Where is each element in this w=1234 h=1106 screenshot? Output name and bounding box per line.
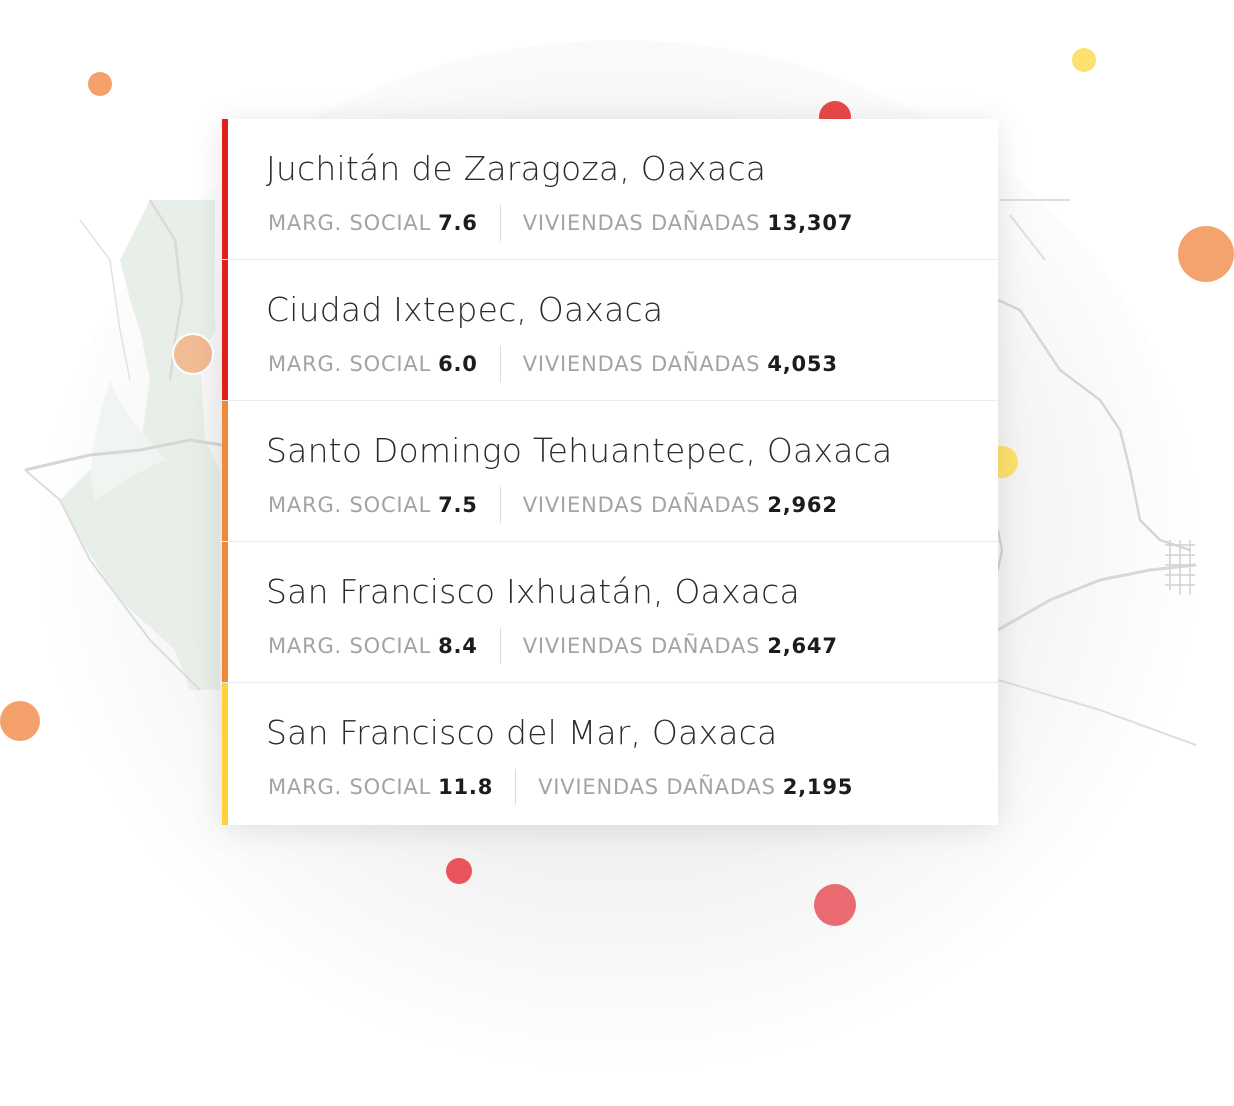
- municipality-stats: MARG. SOCIAL 6.0 VIVIENDAS DAÑADAS 4,053: [268, 346, 838, 382]
- stat-divider: [515, 769, 517, 805]
- map-marker-dot: [1072, 48, 1096, 72]
- marg-social-value: 6.0: [438, 352, 478, 376]
- severity-bar: [222, 401, 228, 541]
- marg-social-value: 7.5: [438, 493, 478, 517]
- severity-bar: [222, 119, 228, 259]
- municipality-row[interactable]: San Francisco del Mar, Oaxaca MARG. SOCIA…: [222, 683, 998, 825]
- stat-divider: [499, 628, 501, 664]
- map-road: [1000, 199, 1070, 261]
- map-marker-dot: [814, 884, 856, 926]
- municipality-name: Ciudad Ixtepec, Oaxaca: [266, 290, 664, 329]
- marg-social-value: 7.6: [438, 211, 478, 235]
- viviendas-label: VIVIENDAS DAÑADAS: [522, 352, 761, 376]
- marg-social-label: MARG. SOCIAL: [268, 352, 432, 376]
- marg-social-value: 11.8: [438, 775, 494, 799]
- map-road: [997, 679, 1197, 746]
- marg-social-value: 8.4: [438, 634, 478, 658]
- municipality-row[interactable]: Juchitán de Zaragoza, Oaxaca MARG. SOCIAL…: [222, 119, 998, 260]
- stat-divider: [499, 487, 501, 523]
- severity-bar: [222, 260, 228, 400]
- map-marker-dot: [446, 858, 472, 884]
- municipality-row[interactable]: San Francisco Ixhuatán, Oaxaca MARG. SOCI…: [222, 542, 998, 683]
- municipality-row[interactable]: Ciudad Ixtepec, Oaxaca MARG. SOCIAL 6.0 VIV…: [222, 260, 998, 401]
- municipality-stats: MARG. SOCIAL 7.6 VIVIENDAS DAÑADAS 13,307: [268, 205, 853, 241]
- municipality-row[interactable]: Santo Domingo Tehuantepec, Oaxaca MARG. S…: [222, 401, 998, 542]
- stat-divider: [499, 346, 501, 382]
- map-town-grid: [1165, 540, 1195, 595]
- map-road: [997, 298, 1191, 552]
- municipality-name: San Francisco Ixhuatán, Oaxaca: [266, 572, 800, 611]
- viviendas-value: 4,053: [767, 352, 838, 376]
- stat-divider: [499, 205, 501, 241]
- map-marker-dot: [0, 701, 40, 741]
- viviendas-value: 2,962: [767, 493, 838, 517]
- map-road: [79, 219, 131, 381]
- marg-social-label: MARG. SOCIAL: [268, 493, 432, 517]
- viviendas-value: 2,647: [767, 634, 838, 658]
- severity-bar: [222, 683, 228, 825]
- map-marker-dot: [1178, 226, 1234, 282]
- municipality-list-card: Juchitán de Zaragoza, Oaxaca MARG. SOCIAL…: [222, 119, 998, 825]
- map-road: [997, 529, 1004, 571]
- marg-social-label: MARG. SOCIAL: [268, 211, 432, 235]
- marg-social-label: MARG. SOCIAL: [268, 634, 432, 658]
- viviendas-label: VIVIENDAS DAÑADAS: [522, 634, 761, 658]
- municipality-stats: MARG. SOCIAL 7.5 VIVIENDAS DAÑADAS 2,962: [268, 487, 838, 523]
- severity-bar: [222, 542, 228, 682]
- municipality-stats: MARG. SOCIAL 8.4 VIVIENDAS DAÑADAS 2,647: [268, 628, 838, 664]
- viviendas-label: VIVIENDAS DAÑADAS: [522, 211, 761, 235]
- municipality-name: San Francisco del Mar, Oaxaca: [266, 713, 778, 752]
- municipality-name: Santo Domingo Tehuantepec, Oaxaca: [266, 431, 893, 470]
- viviendas-value: 2,195: [782, 775, 854, 799]
- municipality-stats: MARG. SOCIAL 11.8 VIVIENDAS DAÑADAS 2,195: [268, 769, 853, 805]
- viviendas-label: VIVIENDAS DAÑADAS: [538, 775, 776, 799]
- map-marker-dot: [172, 333, 214, 375]
- marg-social-label: MARG. SOCIAL: [268, 775, 432, 799]
- map-marker-dot: [88, 72, 112, 96]
- viviendas-label: VIVIENDAS DAÑADAS: [522, 493, 761, 517]
- municipality-name: Juchitán de Zaragoza, Oaxaca: [266, 149, 767, 188]
- viviendas-value: 13,307: [767, 211, 854, 235]
